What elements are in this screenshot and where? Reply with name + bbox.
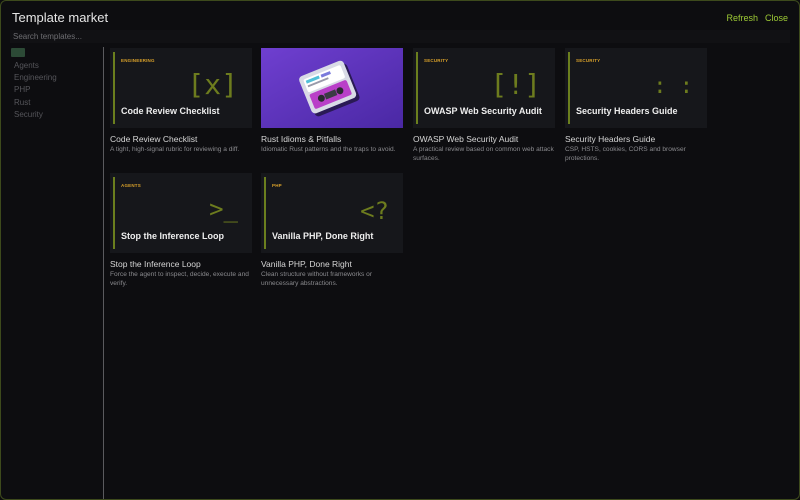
card-description: CSP, HSTS, cookies, CORS and browser pro…	[565, 146, 686, 162]
card-name: OWASP Web Security Audit	[413, 134, 519, 144]
refresh-button[interactable]: Refresh	[726, 13, 758, 23]
thumbnail-title: OWASP Web Security Audit	[424, 106, 542, 116]
category-sidebar: Agents Engineering PHP Rust Security	[1, 47, 104, 499]
thumbnail-title: Security Headers Guide	[576, 106, 678, 116]
card-name: Code Review Checklist	[110, 134, 198, 144]
card-thumbnail: SECURITY : : Security Headers Guide	[565, 48, 707, 128]
terminal-prompt-icon: >_	[209, 195, 238, 223]
accent-bar	[416, 52, 418, 124]
card-description: Idiomatic Rust patterns and the traps to…	[261, 146, 396, 153]
card-description: A practical review based on common web a…	[413, 146, 554, 162]
cassette-illustration-icon	[261, 48, 403, 128]
brackets-x-icon: [x]	[187, 68, 238, 101]
card-description: Clean structure without frameworks or un…	[261, 271, 373, 287]
template-card-owasp[interactable]: SECURITY [!] OWASP Web Security Audit OW…	[413, 48, 555, 163]
template-card-code-review[interactable]: ENGINEERING [x] Code Review Checklist Co…	[110, 48, 252, 155]
category-list: Agents Engineering PHP Rust Security	[14, 60, 57, 121]
window-title: Template market	[12, 10, 109, 25]
search-input[interactable]	[10, 30, 790, 43]
category-tag: SECURITY	[424, 58, 449, 63]
category-engineering[interactable]: Engineering	[14, 72, 57, 84]
card-name: Stop the Inference Loop	[110, 259, 201, 269]
category-php[interactable]: PHP	[14, 84, 57, 96]
card-name: Vanilla PHP, Done Right	[261, 259, 352, 269]
thumbnail-title: Vanilla PHP, Done Right	[272, 231, 374, 241]
accent-bar	[264, 177, 266, 249]
category-all-selected[interactable]	[11, 48, 25, 57]
brackets-exclamation-icon: [!]	[490, 68, 541, 101]
template-card-inference-loop[interactable]: AGENTS >_ Stop the Inference Loop Stop t…	[110, 173, 252, 288]
template-card-vanilla-php[interactable]: PHP <? Vanilla PHP, Done Right Vanilla P…	[261, 173, 403, 288]
thumbnail-title: Stop the Inference Loop	[121, 231, 225, 241]
card-thumbnail: AGENTS >_ Stop the Inference Loop	[110, 173, 252, 253]
card-thumbnail: PHP <? Vanilla PHP, Done Right	[261, 173, 403, 253]
template-card-security-headers[interactable]: SECURITY : : Security Headers Guide Secu…	[565, 48, 707, 163]
card-name: Security Headers Guide	[565, 134, 656, 144]
accent-bar	[568, 52, 570, 124]
category-tag: SECURITY	[576, 58, 601, 63]
category-tag: AGENTS	[121, 183, 141, 188]
header: Template market Refresh Close	[1, 1, 799, 29]
php-open-tag-icon: <?	[360, 197, 389, 225]
category-security[interactable]: Security	[14, 109, 57, 121]
category-tag: PHP	[272, 183, 282, 188]
accent-bar	[113, 177, 115, 249]
thumbnail-title: Code Review Checklist	[121, 106, 220, 116]
card-thumbnail: SECURITY [!] OWASP Web Security Audit	[413, 48, 555, 128]
template-card-rust-idioms[interactable]: Rust Idioms & Pitfalls Idiomatic Rust pa…	[261, 48, 403, 155]
header-actions: Refresh Close	[726, 13, 788, 23]
card-description: A tight, high-signal rubric for reviewin…	[110, 146, 240, 153]
card-thumbnail: ENGINEERING [x] Code Review Checklist	[110, 48, 252, 128]
template-market-window: Template market Refresh Close Agents Eng…	[0, 0, 800, 500]
category-rust[interactable]: Rust	[14, 97, 57, 109]
accent-bar	[113, 52, 115, 124]
card-name: Rust Idioms & Pitfalls	[261, 134, 342, 144]
colon-colon-icon: : :	[653, 74, 693, 99]
category-agents[interactable]: Agents	[14, 60, 57, 72]
category-tag: ENGINEERING	[121, 58, 155, 63]
card-description: Force the agent to inspect, decide, exec…	[110, 271, 249, 287]
close-button[interactable]: Close	[765, 13, 788, 23]
card-thumbnail-image	[261, 48, 403, 128]
